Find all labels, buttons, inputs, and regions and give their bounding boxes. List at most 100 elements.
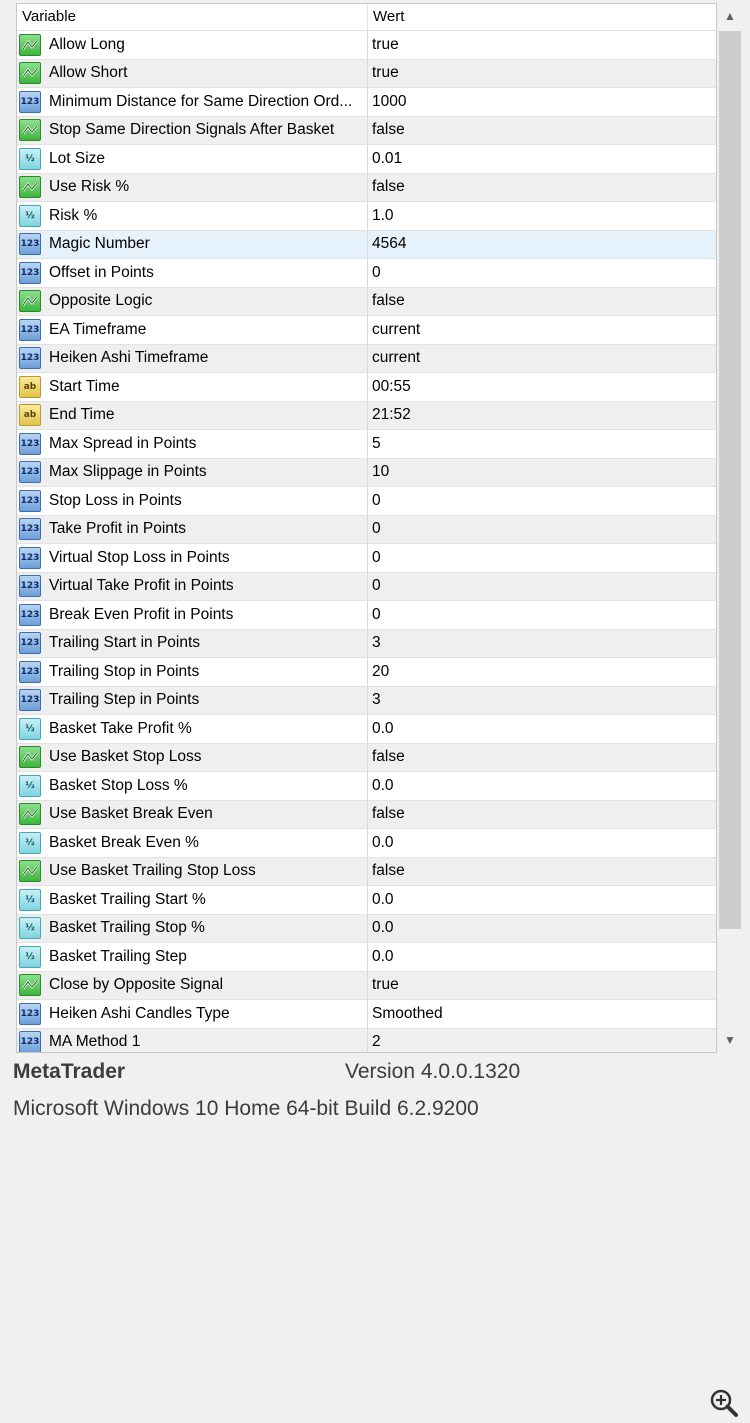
int-type-icon: 123 bbox=[19, 546, 41, 569]
scroll-down-arrow-icon[interactable]: ▼ bbox=[717, 1027, 743, 1053]
variable-name: Use Basket Trailing Stop Loss bbox=[49, 862, 256, 880]
int-type-icon: 123 bbox=[19, 489, 41, 512]
table-row[interactable]: Opposite Logic false bbox=[17, 287, 716, 316]
variable-name: Basket Break Even % bbox=[49, 833, 199, 851]
value-cell[interactable]: current bbox=[367, 344, 716, 372]
table-row[interactable]: Allow Long true bbox=[17, 31, 716, 60]
value-cell[interactable]: 0 bbox=[367, 487, 716, 515]
value-cell[interactable]: 21:52 bbox=[367, 401, 716, 429]
value-cell[interactable]: 0 bbox=[367, 601, 716, 629]
value-cell[interactable]: 0.01 bbox=[367, 145, 716, 173]
table-row[interactable]: 123 MA Method 1 2 bbox=[17, 1028, 716, 1052]
value-cell[interactable]: 0 bbox=[367, 259, 716, 287]
table-row[interactable]: Use Basket Stop Loss false bbox=[17, 743, 716, 772]
table-row[interactable]: 123 Trailing Stop in Points 20 bbox=[17, 658, 716, 687]
variable-cell: ½ Basket Break Even % bbox=[17, 829, 367, 857]
table-row[interactable]: ½ Lot Size 0.01 bbox=[17, 145, 716, 174]
variable-name: Stop Loss in Points bbox=[49, 491, 182, 509]
table-row[interactable]: ½ Basket Break Even % 0.0 bbox=[17, 829, 716, 858]
value-cell[interactable]: 0.0 bbox=[367, 943, 716, 971]
value-cell[interactable]: false bbox=[367, 116, 716, 144]
table-row[interactable]: Stop Same Direction Signals After Basket… bbox=[17, 116, 716, 145]
table-row[interactable]: 123 Heiken Ashi Timeframe current bbox=[17, 344, 716, 373]
value-cell[interactable]: 1.0 bbox=[367, 202, 716, 230]
scrollbar-thumb[interactable] bbox=[719, 31, 741, 929]
table-row[interactable]: Allow Short true bbox=[17, 59, 716, 88]
value-cell[interactable]: 20 bbox=[367, 658, 716, 686]
value-cell[interactable]: 0.0 bbox=[367, 914, 716, 942]
value-cell[interactable]: true bbox=[367, 971, 716, 999]
table-row[interactable]: 123 Trailing Start in Points 3 bbox=[17, 629, 716, 658]
table-row[interactable]: 123 Heiken Ashi Candles Type Smoothed bbox=[17, 1000, 716, 1029]
double-type-icon: ½ bbox=[19, 917, 41, 940]
int-type-icon: 123 bbox=[19, 575, 41, 598]
value-cell[interactable]: false bbox=[367, 857, 716, 885]
table-row[interactable]: Use Basket Trailing Stop Loss false bbox=[17, 857, 716, 886]
value-cell[interactable]: 0.0 bbox=[367, 772, 716, 800]
table-row[interactable]: 123 Virtual Take Profit in Points 0 bbox=[17, 572, 716, 601]
table-row[interactable]: 123 Magic Number 4564 bbox=[17, 230, 716, 259]
value-cell[interactable]: false bbox=[367, 173, 716, 201]
variable-cell: Use Basket Break Even bbox=[17, 801, 367, 829]
value-cell[interactable]: 00:55 bbox=[367, 373, 716, 401]
zoom-in-icon[interactable] bbox=[709, 1388, 739, 1418]
table-row[interactable]: ab End Time 21:52 bbox=[17, 401, 716, 430]
value-cell[interactable]: 4564 bbox=[367, 230, 716, 258]
value-cell[interactable]: false bbox=[367, 743, 716, 771]
value-cell[interactable]: 3 bbox=[367, 629, 716, 657]
value-cell[interactable]: false bbox=[367, 287, 716, 315]
variable-name: Basket Trailing Start % bbox=[49, 890, 206, 908]
variable-cell: 123 Virtual Take Profit in Points bbox=[17, 573, 367, 601]
table-row[interactable]: ½ Basket Stop Loss % 0.0 bbox=[17, 772, 716, 801]
variable-name: Risk % bbox=[49, 206, 98, 224]
table-row[interactable]: 123 EA Timeframe current bbox=[17, 316, 716, 345]
column-header-variable[interactable]: Variable bbox=[17, 4, 367, 30]
table-row[interactable]: ½ Basket Trailing Stop % 0.0 bbox=[17, 914, 716, 943]
value-cell[interactable]: 0.0 bbox=[367, 886, 716, 914]
value-cell[interactable]: true bbox=[367, 59, 716, 87]
about-footer: MetaTrader Version 4.0.0.1320 Microsoft … bbox=[0, 1053, 750, 1417]
value-cell[interactable]: 0 bbox=[367, 515, 716, 543]
value-cell[interactable]: 0 bbox=[367, 572, 716, 600]
table-row[interactable]: 123 Virtual Stop Loss in Points 0 bbox=[17, 544, 716, 573]
table-row[interactable]: 123 Max Spread in Points 5 bbox=[17, 430, 716, 459]
table-row[interactable]: 123 Take Profit in Points 0 bbox=[17, 515, 716, 544]
table-row[interactable]: 123 Break Even Profit in Points 0 bbox=[17, 601, 716, 630]
variable-cell: ½ Basket Trailing Step bbox=[17, 943, 367, 971]
table-row[interactable]: 123 Offset in Points 0 bbox=[17, 259, 716, 288]
value-cell[interactable]: 3 bbox=[367, 686, 716, 714]
double-type-icon: ½ bbox=[19, 147, 41, 170]
value-cell[interactable]: 1000 bbox=[367, 88, 716, 116]
table-row[interactable]: ½ Basket Trailing Step 0.0 bbox=[17, 943, 716, 972]
table-row[interactable]: 123 Trailing Step in Points 3 bbox=[17, 686, 716, 715]
table-row[interactable]: Use Basket Break Even false bbox=[17, 800, 716, 829]
value-cell[interactable]: 10 bbox=[367, 458, 716, 486]
value-cell[interactable]: false bbox=[367, 800, 716, 828]
value-cell[interactable]: Smoothed bbox=[367, 1000, 716, 1028]
column-header-value[interactable]: Wert bbox=[367, 4, 716, 30]
table-row[interactable]: 123 Max Slippage in Points 10 bbox=[17, 458, 716, 487]
value-cell[interactable]: 0 bbox=[367, 544, 716, 572]
variable-name: Max Spread in Points bbox=[49, 434, 197, 452]
variable-name: Heiken Ashi Candles Type bbox=[49, 1004, 230, 1022]
table-row[interactable]: 123 Minimum Distance for Same Direction O… bbox=[17, 88, 716, 117]
table-row[interactable]: ½ Risk % 1.0 bbox=[17, 202, 716, 231]
value-cell[interactable]: 5 bbox=[367, 430, 716, 458]
table-row[interactable]: Close by Opposite Signal true bbox=[17, 971, 716, 1000]
table-row[interactable]: ½ Basket Trailing Start % 0.0 bbox=[17, 886, 716, 915]
table-row[interactable]: ½ Basket Take Profit % 0.0 bbox=[17, 715, 716, 744]
table-row[interactable]: Use Risk % false bbox=[17, 173, 716, 202]
value-cell[interactable]: 0.0 bbox=[367, 829, 716, 857]
variable-name: Take Profit in Points bbox=[49, 520, 186, 538]
value-cell[interactable]: 2 bbox=[367, 1028, 716, 1052]
variable-cell: Stop Same Direction Signals After Basket bbox=[17, 117, 367, 145]
table-row[interactable]: 123 Stop Loss in Points 0 bbox=[17, 487, 716, 516]
vertical-scrollbar[interactable]: ▲ ▼ bbox=[717, 3, 743, 1053]
variable-cell: Close by Opposite Signal bbox=[17, 972, 367, 1000]
value-cell[interactable]: 0.0 bbox=[367, 715, 716, 743]
grid-rows: Allow Long true Allow Short true 123 Minimum … bbox=[17, 31, 716, 1052]
value-cell[interactable]: true bbox=[367, 31, 716, 59]
value-cell[interactable]: current bbox=[367, 316, 716, 344]
scroll-up-arrow-icon[interactable]: ▲ bbox=[717, 3, 743, 29]
table-row[interactable]: ab Start Time 00:55 bbox=[17, 373, 716, 402]
